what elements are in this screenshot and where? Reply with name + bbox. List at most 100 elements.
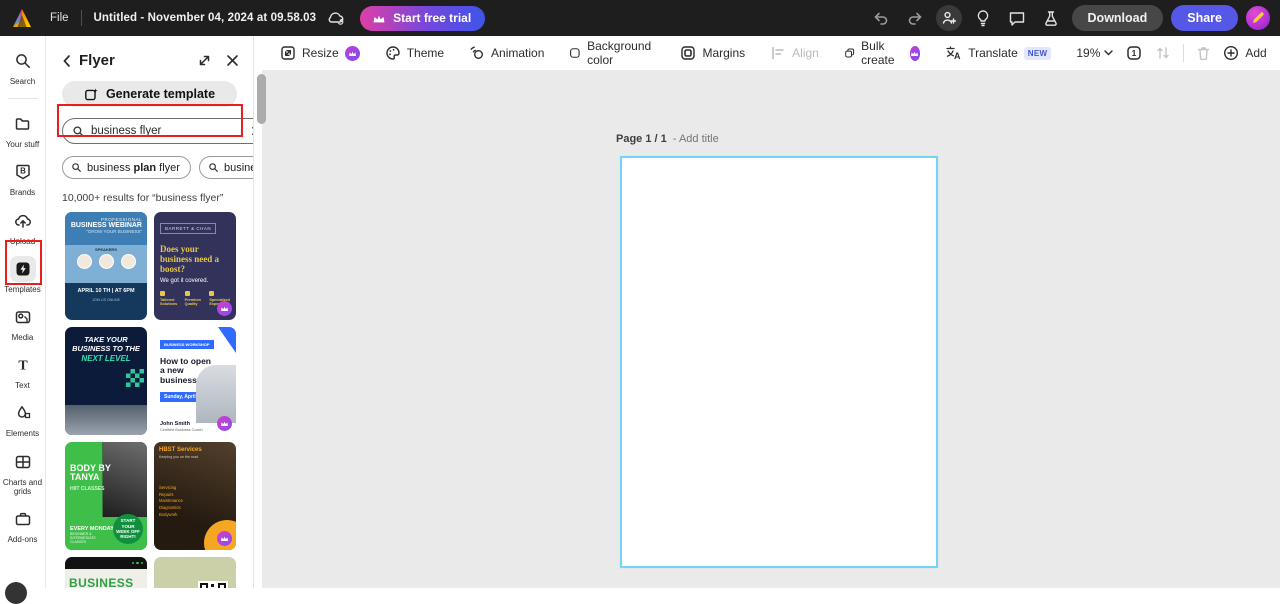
template-thumbnail[interactable]: TAKE YOUR BUSINESS TO THE NEXT LEVEL — [65, 327, 147, 435]
document-page[interactable] — [620, 156, 938, 568]
background-color-icon — [569, 45, 581, 61]
thumb-text: BEGINNER & INTERMEDIATE CLASSES — [70, 532, 104, 544]
template-thumbnail[interactable]: BUSINESS WORKSHOP How to open a new busi… — [154, 327, 236, 435]
panel-scrollbar[interactable] — [257, 74, 266, 124]
search-icon — [71, 162, 82, 173]
sidebar-item-search[interactable]: Search — [0, 48, 46, 86]
sidebar-item-text[interactable]: T Text — [0, 352, 46, 390]
thumb-text: BUSINESS TO THE — [70, 344, 142, 353]
cloud-sync-icon[interactable] — [326, 10, 346, 26]
translate-icon: A — [945, 45, 962, 61]
sidebar-item-add-ons[interactable]: Add-ons — [0, 506, 46, 544]
sidebar-label: Media — [2, 333, 44, 342]
start-free-trial-label: Start free trial — [393, 11, 471, 25]
background-color-button[interactable]: Background color — [569, 39, 655, 67]
sidebar-item-elements[interactable]: Elements — [0, 400, 46, 438]
svg-text:A: A — [954, 51, 961, 61]
template-thumbnail[interactable]: BARRETT & CHAN Does your business need a… — [154, 212, 236, 320]
help-button[interactable] — [5, 582, 27, 604]
sidebar-label: Text — [2, 381, 44, 390]
divider — [1183, 44, 1184, 62]
sidebar-item-brands[interactable]: B Brands — [0, 159, 46, 197]
template-thumbnail[interactable]: BUSINESSCONFERENCE — [65, 557, 147, 588]
page-label[interactable]: Page 1 / 1 - Add title — [616, 133, 719, 145]
beta-flask-icon[interactable] — [1038, 5, 1064, 31]
template-thumbnail[interactable]: HBST Services Keeping you on the road Se… — [154, 442, 236, 550]
comment-icon[interactable] — [1004, 5, 1030, 31]
svg-text:T: T — [18, 359, 28, 374]
results-count-text: 10,000+ results for “business flyer” — [62, 192, 237, 204]
template-thumbnail[interactable]: PROFESSIONAL BUSINESS WEBINAR “GROW YOUR… — [65, 212, 147, 320]
sidebar-item-media[interactable]: Media — [0, 304, 46, 342]
translate-button[interactable]: A Translate NEW — [945, 45, 1051, 61]
canvas-area[interactable]: Page 1 / 1 - Add title — [262, 70, 1280, 588]
add-title-label[interactable]: - Add title — [673, 133, 719, 145]
suggestion-chip[interactable]: busines — [199, 156, 253, 179]
user-avatar[interactable] — [1246, 6, 1270, 30]
expand-panel-icon[interactable] — [197, 53, 212, 68]
thumb-text: “GROW YOUR BUSINESS” — [70, 229, 142, 234]
undo-icon[interactable] — [868, 5, 894, 31]
theme-label: Theme — [407, 46, 444, 60]
margins-button[interactable]: Margins — [680, 45, 745, 61]
align-label: Align — [792, 46, 819, 60]
thumb-text: HIIT CLASSES — [70, 486, 104, 492]
download-button[interactable]: Download — [1072, 5, 1164, 31]
add-collaborator-icon[interactable] — [936, 5, 962, 31]
add-page-button[interactable]: Add — [1223, 45, 1266, 61]
thumb-text: HBST Services — [159, 447, 231, 453]
thumb-text: BARRETT & CHAN — [160, 223, 216, 234]
new-feature-badge: NEW — [1024, 47, 1052, 60]
sidebar-item-charts-and-grids[interactable]: Charts and grids — [0, 449, 46, 496]
crown-icon — [372, 13, 386, 24]
premium-crown-badge — [345, 46, 360, 61]
animation-button[interactable]: Animation — [469, 45, 544, 61]
elements-icon — [10, 400, 36, 426]
pencil-icon — [1250, 10, 1266, 26]
thumb-text: APRIL 10 TH | AT 6PM — [65, 288, 147, 294]
qr-code — [198, 581, 228, 588]
suggestion-chip[interactable]: business plan flyer — [62, 156, 191, 179]
resize-button[interactable]: Resize — [280, 45, 360, 61]
top-bar: File Untitled - November 04, 2024 at 09.… — [0, 0, 1280, 36]
premium-crown-badge — [217, 416, 232, 431]
sidebar-item-upload[interactable]: Upload — [0, 208, 46, 246]
background-color-label: Background color — [587, 39, 655, 67]
generate-template-button[interactable]: Generate template — [62, 81, 237, 107]
start-free-trial-button[interactable]: Start free trial — [360, 6, 485, 31]
sidebar-label: Charts and grids — [2, 478, 44, 496]
template-thumbnail[interactable]: WHY PAY SCAN — [154, 557, 236, 588]
thumb-text: We got it covered. — [160, 278, 230, 284]
adobe-express-logo-icon[interactable] — [10, 6, 34, 30]
redo-icon[interactable] — [902, 5, 928, 31]
thumb-text: BUSINESS WORKSHOP — [160, 340, 214, 349]
margins-icon — [680, 45, 696, 61]
thumb-text: Servicing Repairs Maintenance Diagnostic… — [159, 485, 231, 519]
search-icon — [72, 125, 85, 138]
sidebar-label: Search — [2, 77, 44, 86]
charts-grid-icon — [10, 449, 36, 475]
share-button[interactable]: Share — [1171, 5, 1238, 31]
template-search-field[interactable] — [62, 118, 254, 144]
zoom-level-control[interactable]: 19% — [1076, 46, 1113, 60]
media-icon — [10, 304, 36, 330]
pages-overview-button[interactable]: 1 — [1125, 44, 1143, 62]
file-menu[interactable]: File — [50, 12, 69, 24]
thumb-text: TAKE YOUR — [70, 335, 142, 344]
theme-button[interactable]: Theme — [385, 45, 444, 61]
template-thumbnail[interactable]: BODY BYTANYA HIIT CLASSES EVERY MONDAY B… — [65, 442, 147, 550]
sidebar-item-templates[interactable]: Templates — [0, 256, 46, 294]
document-title[interactable]: Untitled - November 04, 2024 at 09.58.03 — [94, 12, 317, 24]
lightbulb-icon[interactable] — [970, 5, 996, 31]
resize-label: Resize — [302, 46, 339, 60]
search-input[interactable] — [91, 125, 245, 137]
close-panel-icon[interactable] — [226, 54, 239, 67]
premium-crown-badge — [217, 531, 232, 546]
back-chevron-icon[interactable] — [62, 54, 71, 68]
bulk-create-button[interactable]: Bulk create — [844, 39, 920, 67]
svg-text:1: 1 — [1132, 48, 1137, 58]
sidebar-item-your-stuff[interactable]: Your stuff — [0, 111, 46, 149]
chip-label: busines — [224, 162, 253, 174]
sidebar-label: Upload — [2, 237, 44, 246]
translate-label: Translate — [968, 46, 1018, 60]
